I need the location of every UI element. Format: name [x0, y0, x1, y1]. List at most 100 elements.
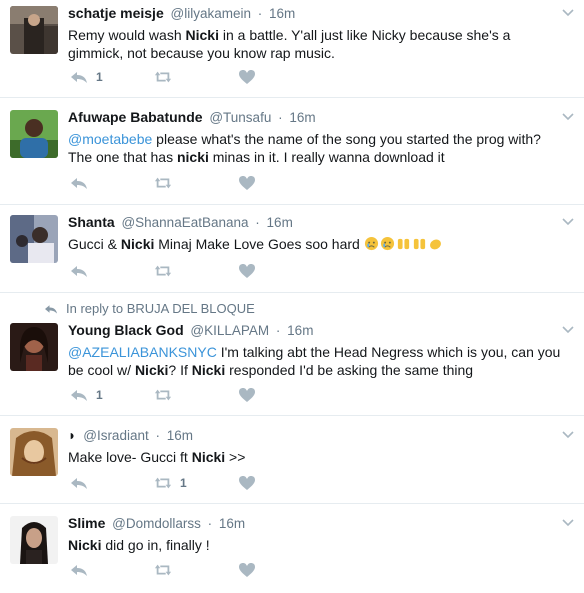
retweet-icon — [154, 265, 172, 277]
highlight-term: Nicki — [191, 362, 226, 378]
heart-icon — [239, 563, 255, 577]
crying-face-icon — [364, 236, 378, 251]
tweet-item[interactable]: Shanta @ShannaEatBanana · 16m Gucci & Ni… — [0, 205, 584, 293]
text-part: responded I'd be asking the same thing — [225, 362, 474, 378]
text-part: did go in, finally ! — [101, 537, 210, 553]
chevron-down-icon[interactable] — [562, 325, 574, 335]
retweet-count: 1 — [180, 476, 187, 490]
text-part: >> — [225, 449, 246, 465]
heart-icon — [239, 70, 255, 84]
chevron-down-icon[interactable] — [562, 430, 574, 440]
timestamp[interactable]: 16m — [287, 323, 313, 338]
timestamp[interactable]: 16m — [269, 6, 295, 21]
chevron-down-icon[interactable] — [562, 518, 574, 528]
reply-icon — [71, 565, 87, 576]
display-name[interactable]: Afuwape Babatunde — [68, 109, 203, 125]
text-part: Make love- Gucci ft — [68, 449, 192, 465]
like-button[interactable] — [238, 475, 322, 491]
reply-icon — [71, 390, 87, 401]
raised-hands-icon — [413, 238, 425, 250]
avatar[interactable] — [10, 110, 58, 158]
user-handle[interactable]: @lilyakamein — [171, 6, 251, 21]
timestamp[interactable]: 16m — [219, 516, 245, 531]
retweet-icon — [154, 564, 172, 576]
tweet-text: Nicki did go in, finally ! — [68, 536, 564, 554]
crying-face-icon — [380, 236, 394, 251]
retweet-icon — [154, 71, 172, 83]
reply-button[interactable]: 1 — [70, 69, 154, 85]
reply-button[interactable] — [70, 175, 154, 191]
reply-icon — [71, 266, 87, 277]
like-button[interactable] — [238, 69, 322, 85]
reply-count: 1 — [96, 70, 103, 84]
reply-button[interactable] — [70, 263, 154, 279]
raised-hands-icon — [397, 238, 409, 250]
reply-icon — [71, 178, 87, 189]
separator: · — [155, 428, 160, 443]
reply-button[interactable]: 1 — [70, 387, 154, 403]
user-handle[interactable]: @ShannaEatBanana — [121, 215, 248, 230]
avatar[interactable] — [10, 215, 58, 263]
tweet-item[interactable]: In reply to BRUJA DEL BLOQUE Young Black… — [0, 293, 584, 416]
display-name[interactable]: Slime — [68, 515, 105, 531]
avatar[interactable] — [10, 323, 58, 371]
retweet-button[interactable] — [154, 69, 238, 85]
heart-icon — [239, 476, 255, 490]
display-name[interactable]: Young Black God — [68, 322, 184, 338]
reply-count: 1 — [96, 388, 103, 402]
text-part: minas in it. I really wanna download it — [208, 149, 445, 165]
tweet-text: Make love- Gucci ft Nicki >> — [68, 448, 564, 466]
timestamp[interactable]: 16m — [289, 110, 315, 125]
retweet-button[interactable] — [154, 562, 238, 578]
highlight-term: Nicki — [191, 449, 226, 465]
avatar[interactable] — [10, 428, 58, 476]
user-handle[interactable]: @Tunsafu — [209, 110, 271, 125]
like-button[interactable] — [238, 263, 322, 279]
retweet-button[interactable] — [154, 175, 238, 191]
separator: · — [207, 516, 213, 531]
avatar[interactable] — [10, 6, 58, 54]
mention-link[interactable]: @AZEALIABANKSNYC — [68, 344, 217, 360]
tweet-text: @moetabebe please what's the name of the… — [68, 130, 564, 166]
display-name[interactable]: Shanta — [68, 214, 115, 230]
tweet-item[interactable]: Afuwape Babatunde @Tunsafu · 16m @moetab… — [0, 98, 584, 205]
separator: · — [275, 323, 281, 338]
retweet-button[interactable]: 1 — [154, 475, 238, 491]
highlight-term: Nicki — [68, 537, 102, 553]
tweet-item[interactable]: ◗ @Isradiant · 16m Make love- Gucci ft N… — [0, 416, 584, 504]
retweet-icon — [154, 177, 172, 189]
tweet-feed: schatje meisje @lilyakamein · 16m Remy w… — [0, 0, 584, 593]
retweet-button[interactable] — [154, 387, 238, 403]
like-button[interactable] — [238, 387, 322, 403]
tweet-item[interactable]: schatje meisje @lilyakamein · 16m Remy w… — [0, 0, 584, 98]
user-handle[interactable]: @Isradiant — [83, 428, 148, 443]
user-handle[interactable]: @Domdollarss — [112, 516, 201, 531]
timestamp[interactable]: 16m — [167, 428, 193, 443]
reply-button[interactable] — [70, 562, 154, 578]
timestamp[interactable]: 16m — [267, 215, 293, 230]
reply-icon — [71, 72, 87, 83]
text-part: ? If — [168, 362, 192, 378]
reply-context[interactable]: In reply to BRUJA DEL BLOQUE — [44, 301, 255, 316]
tweet-text: Gucci & Nicki Minaj Make Love Goes soo h… — [68, 235, 564, 253]
chevron-down-icon[interactable] — [562, 217, 574, 227]
like-button[interactable] — [238, 562, 322, 578]
separator: · — [278, 110, 283, 125]
text-part: Gucci & — [68, 236, 121, 252]
chevron-down-icon[interactable] — [562, 112, 574, 122]
highlight-term: nicki — [176, 149, 209, 165]
tweet-item[interactable]: Slime @Domdollarss · 16m Nicki did go in… — [0, 504, 584, 593]
reply-icon — [71, 478, 87, 489]
mention-link[interactable]: @moetabebe — [68, 131, 152, 147]
retweet-icon — [154, 477, 172, 489]
user-handle[interactable]: @KILLAPAM — [190, 323, 269, 338]
display-name[interactable]: ◗ — [68, 427, 76, 443]
avatar[interactable] — [10, 516, 58, 564]
like-button[interactable] — [238, 175, 322, 191]
reply-button[interactable] — [70, 475, 154, 491]
highlight-term: Nicki — [120, 236, 155, 252]
display-name[interactable]: schatje meisje — [68, 5, 164, 21]
highlight-term: Nicki — [134, 362, 169, 378]
chevron-down-icon[interactable] — [562, 8, 574, 18]
retweet-button[interactable] — [154, 263, 238, 279]
